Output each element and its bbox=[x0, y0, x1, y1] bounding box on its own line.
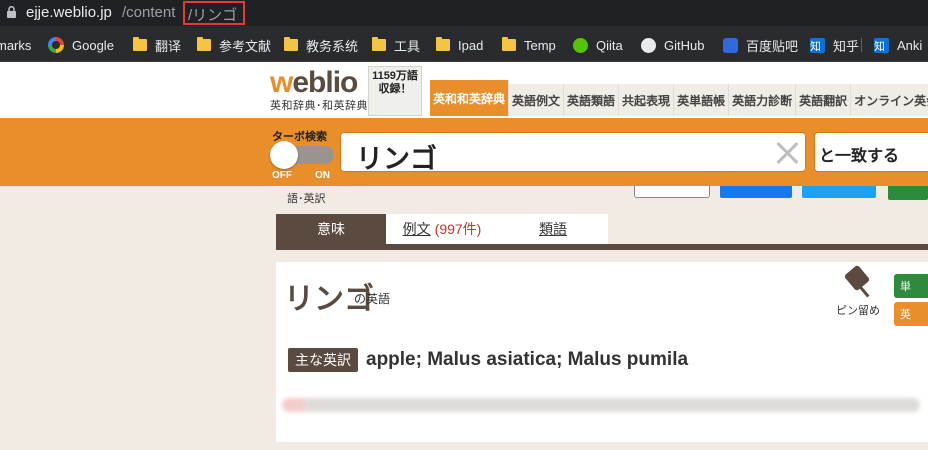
bookmark-google[interactable]: Google bbox=[48, 36, 114, 54]
url-path: /content bbox=[122, 4, 176, 21]
nav-tab-dictionary[interactable]: 英和和英辞典 bbox=[430, 80, 510, 116]
breadcrumb: 語･英訳 bbox=[287, 193, 326, 205]
folder-icon bbox=[436, 37, 450, 51]
match-mode-select[interactable]: と一致する bbox=[814, 132, 928, 172]
qiita-icon bbox=[573, 37, 588, 53]
tab-synonyms[interactable]: 類語 bbox=[498, 214, 608, 244]
bookmark-separator bbox=[861, 38, 862, 52]
share-button[interactable] bbox=[634, 186, 710, 198]
logo-subtitle: 英和辞典･和英辞典 bbox=[270, 100, 368, 112]
wordbook-side-button[interactable]: 単 bbox=[894, 274, 928, 298]
weblio-logo[interactable]: weblio 英和辞典･和英辞典 bbox=[270, 68, 368, 113]
bookmark-label: 知乎 bbox=[833, 38, 860, 54]
bookmark-baidu-tieba[interactable]: 百度贴吧 bbox=[723, 36, 798, 54]
bookmark-label: Qiita bbox=[596, 37, 623, 53]
bookmark-marks[interactable]: marks bbox=[0, 36, 31, 54]
bookmark-label: GitHub bbox=[664, 37, 705, 53]
folder-icon bbox=[197, 37, 211, 51]
tab-examples-count: (997件) bbox=[434, 221, 482, 237]
tab-meaning-label: 意味 bbox=[317, 221, 345, 237]
bookmark-folder-translate[interactable]: 翻译 bbox=[133, 36, 181, 54]
breadcrumb-strip: 語･英訳 bbox=[276, 186, 928, 208]
nav-tab-synonyms[interactable]: 英語類語 bbox=[564, 84, 620, 116]
bookmark-label: 教务系统 bbox=[306, 38, 359, 54]
bookmark-folder-tools[interactable]: 工具 bbox=[372, 36, 420, 54]
tab-examples-label: 例文 bbox=[402, 221, 431, 237]
dictionary-count-badge: 1159万語収録！ bbox=[368, 66, 422, 116]
nav-tab-collocations[interactable]: 共起表現 bbox=[619, 84, 675, 116]
pin-label: ピン留め bbox=[836, 305, 880, 317]
nav-tab-translate[interactable]: 英語翻訳 bbox=[796, 84, 852, 116]
bookmark-label: Temp bbox=[524, 37, 556, 53]
nav-tab-examples[interactable]: 英語例文 bbox=[509, 84, 565, 116]
entry-card: リンゴ の英語 ピン留め 単 英 主な英訳 apple; Malus asiat… bbox=[276, 262, 928, 442]
url-host: ejje.weblio.jp bbox=[26, 4, 112, 21]
bookmark-folder-academic[interactable]: 教务系统 bbox=[284, 36, 358, 54]
facebook-share-button[interactable] bbox=[720, 186, 792, 198]
weblio-page: weblio 英和辞典･和英辞典 1159万語収録！ 英和和英辞典 英語例文 英… bbox=[0, 62, 928, 450]
logo-word: weblio bbox=[270, 66, 358, 99]
bookmark-label: Ipad bbox=[458, 37, 484, 53]
clear-icon[interactable] bbox=[773, 139, 801, 167]
browser-address-bar[interactable]: ejje.weblio.jp /content /リンゴ bbox=[0, 0, 928, 26]
content-tabs: 意味 例文 (997件) 類語 bbox=[276, 214, 928, 244]
nav-tab-online-conversation[interactable]: オンライン英会話 bbox=[851, 84, 928, 116]
pin-icon bbox=[843, 264, 871, 298]
folder-icon bbox=[502, 37, 516, 51]
bookmark-label: Anki bbox=[897, 37, 923, 53]
zhihu-icon: 知 bbox=[810, 37, 825, 53]
english-side-button[interactable]: 英 bbox=[894, 302, 928, 326]
bookmark-label: 百度贴吧 bbox=[746, 38, 799, 54]
twitter-share-button[interactable] bbox=[802, 186, 876, 198]
tab-examples[interactable]: 例文 (997件) bbox=[386, 214, 498, 244]
green-share-button[interactable] bbox=[888, 186, 928, 200]
bookmark-zhihu[interactable]: 知 知乎 bbox=[810, 36, 859, 54]
folder-icon bbox=[133, 37, 147, 51]
bookmarks-bar: marks Google 翻译 参考文献 教务系统 工具 Ipad Temp Q… bbox=[0, 26, 928, 62]
bookmark-folder-temp[interactable]: Temp bbox=[502, 36, 556, 54]
bookmark-label: marks bbox=[0, 37, 32, 53]
pin-button[interactable]: ピン留め bbox=[832, 264, 884, 324]
url-highlight-box bbox=[183, 1, 245, 25]
bookmark-label: 工具 bbox=[394, 38, 421, 54]
github-icon bbox=[641, 37, 656, 53]
toggle-off-label: OFF bbox=[272, 170, 292, 181]
turbo-toggle-knob[interactable] bbox=[270, 141, 298, 169]
lock-icon bbox=[7, 6, 16, 18]
bookmark-github[interactable]: GitHub bbox=[641, 36, 704, 54]
main-translation: apple; Malus asiatica; Malus pumila bbox=[366, 349, 689, 370]
bookmark-label: Google bbox=[72, 37, 114, 53]
bookmark-label: 翻译 bbox=[155, 38, 182, 54]
paw-icon bbox=[723, 37, 738, 53]
google-icon bbox=[48, 37, 64, 53]
nav-tab-diagnosis[interactable]: 英語力診断 bbox=[729, 84, 797, 116]
search-band: ターボ検索 OFF ON リンゴ と一致する bbox=[0, 118, 928, 186]
nav-tab-wordbook[interactable]: 英単語帳 bbox=[674, 84, 730, 116]
bookmark-label: 参考文献 bbox=[219, 38, 272, 54]
blurred-content-line bbox=[282, 398, 920, 412]
headword-suffix: の英語 bbox=[354, 292, 391, 306]
main-translation-label: 主な英訳 bbox=[288, 348, 358, 372]
tab-divider bbox=[276, 244, 928, 250]
folder-icon bbox=[372, 37, 386, 51]
logo-rest: eblio bbox=[292, 66, 358, 99]
site-nav-tabs: 英和和英辞典 英語例文 英語類語 共起表現 英単語帳 英語力診断 英語翻訳 オン… bbox=[430, 80, 928, 116]
bookmark-folder-references[interactable]: 参考文献 bbox=[197, 36, 271, 54]
tab-meaning[interactable]: 意味 bbox=[276, 214, 386, 244]
search-input[interactable]: リンゴ bbox=[340, 132, 806, 174]
search-query: リンゴ bbox=[356, 144, 437, 174]
folder-icon bbox=[284, 37, 298, 51]
bookmark-qiita[interactable]: Qiita bbox=[573, 36, 623, 54]
bookmark-anki[interactable]: 知 Anki bbox=[874, 36, 922, 54]
toggle-on-label: ON bbox=[315, 170, 330, 181]
bookmark-folder-ipad[interactable]: Ipad bbox=[436, 36, 483, 54]
zhihu-icon: 知 bbox=[874, 37, 889, 53]
tab-synonyms-label: 類語 bbox=[539, 221, 567, 237]
